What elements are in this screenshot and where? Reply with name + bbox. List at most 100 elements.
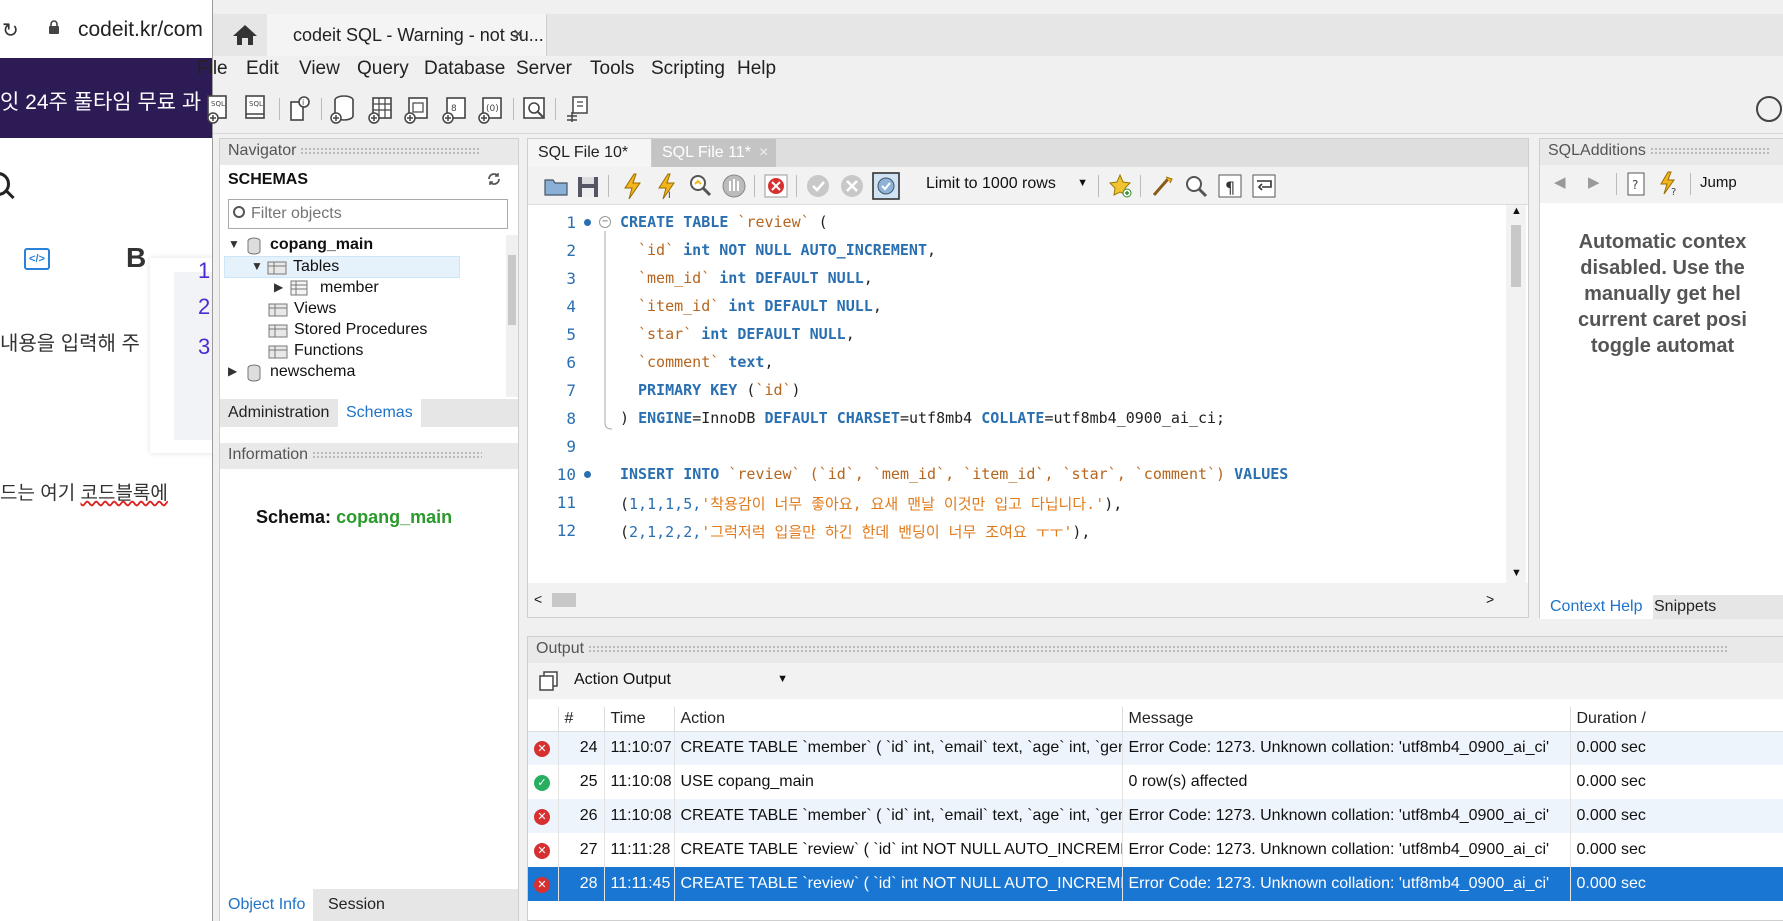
menu-query[interactable]: Query bbox=[357, 58, 409, 80]
back-icon[interactable]: ◀ bbox=[1554, 173, 1566, 191]
col-status[interactable] bbox=[528, 707, 559, 732]
menu-help[interactable]: Help bbox=[737, 58, 776, 80]
scroll-right-icon[interactable]: > bbox=[1486, 591, 1494, 607]
code-area[interactable]: 1 2 3 4 5 6 7 8 9 10 11 12 − CREATE TABL… bbox=[528, 205, 1506, 583]
editor-horizontal-scrollbar[interactable]: < > bbox=[528, 583, 1528, 617]
table-row[interactable]: ✕ 26 11:10:08 CREATE TABLE `member` ( `i… bbox=[528, 799, 1783, 833]
search-table-icon[interactable] bbox=[521, 94, 549, 124]
toggle-error-icon[interactable] bbox=[762, 171, 790, 201]
tab-object-info[interactable]: Object Info bbox=[220, 889, 314, 921]
expand-arrow-icon[interactable]: ▶ bbox=[274, 280, 283, 294]
browser-url[interactable]: codeit.kr/com bbox=[78, 18, 203, 42]
menu-file[interactable]: File bbox=[197, 58, 228, 80]
filter-objects-field[interactable] bbox=[228, 199, 508, 229]
wrap-icon[interactable] bbox=[1250, 171, 1278, 201]
open-sql-icon[interactable]: SQL bbox=[243, 94, 271, 124]
scroll-down-icon[interactable]: ▼ bbox=[1511, 567, 1522, 579]
stop-icon[interactable] bbox=[720, 171, 748, 201]
copy-icon[interactable] bbox=[538, 670, 560, 692]
fold-toggle-icon[interactable]: − bbox=[599, 216, 611, 228]
new-sql-tab-icon[interactable]: SQL bbox=[205, 94, 233, 124]
menu-database[interactable]: Database bbox=[424, 58, 505, 80]
col-message[interactable]: Message bbox=[1122, 707, 1571, 732]
col-number[interactable]: # bbox=[558, 707, 605, 732]
limit-rows-select[interactable]: Limit to 1000 rows ▼ bbox=[926, 175, 1092, 197]
context-help-icon[interactable]: ? bbox=[1624, 169, 1652, 199]
menu-scripting[interactable]: Scripting bbox=[651, 58, 725, 80]
col-action[interactable]: Action bbox=[674, 707, 1123, 732]
user-icon[interactable] bbox=[1756, 96, 1782, 122]
row-time: 11:10:08 bbox=[604, 799, 675, 833]
tree-item-views[interactable]: Views bbox=[268, 299, 498, 321]
autocommit-icon[interactable] bbox=[872, 171, 900, 201]
expand-arrow-icon[interactable]: ▼ bbox=[251, 259, 263, 273]
beautify-icon[interactable] bbox=[1148, 171, 1176, 201]
scroll-left-icon[interactable]: < bbox=[534, 591, 542, 607]
tab-administration[interactable]: Administration bbox=[220, 399, 337, 427]
scrollbar-thumb[interactable] bbox=[508, 255, 516, 325]
code-block-icon[interactable]: </> bbox=[24, 248, 50, 270]
create-function-icon[interactable]: (0) bbox=[477, 94, 505, 124]
auto-help-icon[interactable]: ? bbox=[1656, 169, 1684, 199]
reconnect-icon[interactable] bbox=[563, 94, 591, 124]
close-icon[interactable]: × bbox=[759, 144, 768, 161]
tab-session[interactable]: Session bbox=[320, 889, 393, 917]
expand-arrow-icon[interactable]: ▼ bbox=[228, 237, 240, 251]
menu-server[interactable]: Server bbox=[516, 58, 572, 80]
expand-arrow-icon[interactable]: ▶ bbox=[228, 364, 237, 378]
bookmark-icon[interactable] bbox=[1106, 171, 1134, 201]
jump-to-label[interactable]: Jump bbox=[1700, 174, 1737, 191]
browser-url-bar[interactable]: ↻ codeit.kr/com bbox=[0, 0, 230, 58]
rollback-icon[interactable] bbox=[838, 171, 866, 201]
close-icon[interactable]: × bbox=[513, 24, 524, 45]
tree-scrollbar[interactable] bbox=[506, 235, 518, 397]
menu-edit[interactable]: Edit bbox=[246, 58, 279, 80]
save-icon[interactable] bbox=[574, 171, 602, 201]
tree-item-copang-main[interactable]: ▼ copang_main bbox=[228, 235, 504, 257]
invisible-chars-icon[interactable]: ¶ bbox=[1216, 171, 1244, 201]
table-row[interactable]: ✕ 24 11:10:07 CREATE TABLE `member` ( `i… bbox=[528, 731, 1783, 765]
refresh-icon[interactable] bbox=[486, 171, 502, 187]
inspector-icon[interactable]: i bbox=[287, 94, 315, 124]
col-time[interactable]: Time bbox=[604, 707, 675, 732]
explain-icon[interactable] bbox=[686, 171, 714, 201]
commit-icon[interactable] bbox=[804, 171, 832, 201]
editor-vertical-scrollbar[interactable]: ▲ ▼ bbox=[1506, 205, 1526, 583]
tree-item-tables[interactable]: ▼ Tables bbox=[224, 256, 460, 278]
tab-context-help[interactable]: Context Help bbox=[1540, 595, 1653, 619]
bold-icon[interactable]: B bbox=[126, 242, 146, 274]
tree-item-member[interactable]: ▶ member bbox=[270, 278, 500, 300]
col-duration[interactable]: Duration / bbox=[1570, 707, 1783, 732]
menu-tools[interactable]: Tools bbox=[590, 58, 634, 80]
connection-tab[interactable]: codeit SQL - Warning - not su... × bbox=[267, 14, 547, 56]
create-view-icon[interactable] bbox=[403, 94, 431, 124]
tab-sql-file-10[interactable]: SQL File 10* bbox=[528, 139, 652, 167]
create-procedure-icon[interactable]: 8 bbox=[441, 94, 469, 124]
scrollbar-thumb[interactable] bbox=[1511, 225, 1521, 287]
output-type-select[interactable]: Action Output ▼ bbox=[570, 667, 794, 693]
find-icon[interactable] bbox=[1182, 171, 1210, 201]
forward-icon[interactable]: ▶ bbox=[1588, 173, 1600, 191]
create-schema-icon[interactable] bbox=[329, 94, 357, 124]
home-icon[interactable] bbox=[231, 23, 259, 47]
filter-objects-input[interactable] bbox=[251, 203, 501, 225]
create-table-icon[interactable] bbox=[367, 94, 395, 124]
tree-item-functions[interactable]: Functions bbox=[268, 341, 498, 363]
tab-snippets[interactable]: Snippets bbox=[1644, 595, 1726, 623]
tree-item-stored-procedures[interactable]: Stored Procedures bbox=[268, 320, 498, 342]
table-row[interactable]: ✕ 27 11:11:28 CREATE TABLE `review` ( `i… bbox=[528, 833, 1783, 867]
open-file-icon[interactable] bbox=[542, 171, 570, 201]
tab-schemas[interactable]: Schemas bbox=[338, 399, 421, 427]
reload-icon[interactable]: ↻ bbox=[2, 18, 19, 43]
promo-banner[interactable]: 잇 24주 풀타임 무료 과 bbox=[0, 58, 230, 138]
search-icon[interactable] bbox=[0, 172, 10, 196]
execute-icon[interactable] bbox=[618, 171, 646, 201]
table-row-selected[interactable]: ✕ 28 11:11:45 CREATE TABLE `review` ( `i… bbox=[528, 867, 1783, 901]
tab-sql-file-11[interactable]: SQL File 11* × bbox=[652, 139, 776, 167]
scrollbar-thumb[interactable] bbox=[552, 593, 576, 607]
execute-current-icon[interactable]: I bbox=[652, 171, 680, 201]
tree-item-newschema[interactable]: ▶ newschema bbox=[228, 362, 504, 384]
scroll-up-icon[interactable]: ▲ bbox=[1511, 205, 1522, 217]
table-row[interactable]: ✓ 25 11:10:08 USE copang_main 0 row(s) a… bbox=[528, 765, 1783, 799]
menu-view[interactable]: View bbox=[299, 58, 340, 80]
